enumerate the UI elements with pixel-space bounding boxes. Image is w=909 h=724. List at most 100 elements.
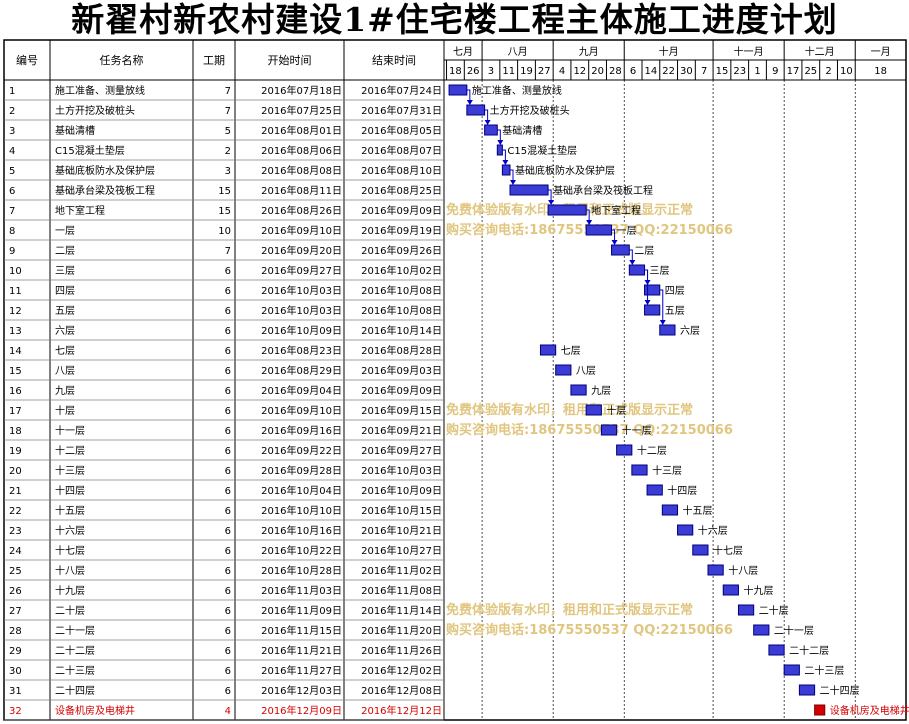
task-name: 基础底板防水及保护层 xyxy=(55,164,155,177)
task-start: 2016年08月01日 xyxy=(261,124,342,137)
week-label: 7 xyxy=(701,66,707,77)
task-duration: 7 xyxy=(225,86,231,97)
page-title: 新翟村新农村建设1#住宅楼工程主体施工进度计划 xyxy=(71,0,838,39)
gantt-bar xyxy=(611,244,630,256)
task-name: 十五层 xyxy=(55,504,85,517)
gantt-bar xyxy=(585,404,602,416)
bar-label: 二层 xyxy=(634,245,654,257)
gantt-bar xyxy=(496,144,503,156)
gantt-bar xyxy=(644,304,661,316)
task-id: 29 xyxy=(9,646,22,657)
task-end: 2016年09月21日 xyxy=(361,424,442,437)
week-label: 25 xyxy=(804,66,817,77)
task-id: 2 xyxy=(9,106,15,117)
task-name: 三层 xyxy=(55,265,75,277)
task-end: 2016年10月21日 xyxy=(361,524,442,537)
task-duration: 6 xyxy=(225,586,231,597)
task-end: 2016年10月27日 xyxy=(361,544,442,557)
task-name: 十八层 xyxy=(55,564,85,577)
bar-label: 二十四层 xyxy=(820,684,860,697)
bar-label: 十八层 xyxy=(728,564,758,577)
task-id: 24 xyxy=(9,546,22,557)
task-end: 2016年12月12日 xyxy=(361,704,442,717)
column-header-start: 开始时间 xyxy=(268,53,312,67)
week-label: 26 xyxy=(467,66,480,77)
week-label: 10 xyxy=(840,66,853,77)
task-start: 2016年08月23日 xyxy=(261,344,342,357)
bar-label: 八层 xyxy=(576,365,596,377)
column-header-id: 编号 xyxy=(16,53,38,67)
week-label: 18 xyxy=(449,66,462,77)
gantt-bar xyxy=(539,344,557,356)
task-duration: 6 xyxy=(225,426,231,437)
gantt-bar xyxy=(484,124,498,136)
week-label: 6 xyxy=(630,66,636,77)
gantt-bar xyxy=(509,184,549,196)
task-name: 设备机房及电梯井 xyxy=(55,704,135,717)
task-id: 23 xyxy=(9,526,22,537)
bar-label: 二十层 xyxy=(759,604,789,617)
task-duration: 6 xyxy=(225,506,231,517)
watermark-text: 购买咨询电话:18675550537 QQ:22150066 xyxy=(446,622,733,638)
task-end: 2016年11月26日 xyxy=(361,644,442,657)
gantt-bar xyxy=(798,684,816,696)
task-duration: 3 xyxy=(225,166,231,177)
bar-label: 三层 xyxy=(650,265,670,277)
task-id: 4 xyxy=(9,146,15,157)
task-start: 2016年10月22日 xyxy=(261,544,342,557)
task-end: 2016年10月08日 xyxy=(361,304,442,317)
task-duration: 4 xyxy=(225,706,231,717)
task-start: 2016年08月29日 xyxy=(261,364,342,377)
task-id: 32 xyxy=(9,706,22,717)
task-end: 2016年09月09日 xyxy=(361,204,442,217)
task-id: 9 xyxy=(9,246,15,257)
task-duration: 6 xyxy=(225,686,231,697)
task-name: 十四层 xyxy=(55,484,85,497)
task-duration: 7 xyxy=(225,106,231,117)
week-label: 18 xyxy=(874,66,887,77)
task-name: 五层 xyxy=(55,305,75,317)
gantt-bar xyxy=(448,84,468,96)
task-id: 8 xyxy=(9,226,15,237)
gantt-bar xyxy=(585,224,613,236)
task-id: 17 xyxy=(9,406,22,417)
task-duration: 6 xyxy=(225,286,231,297)
week-label: 4 xyxy=(559,66,565,77)
task-duration: 6 xyxy=(225,526,231,537)
task-id: 11 xyxy=(9,286,22,297)
task-end: 2016年07月31日 xyxy=(361,104,442,117)
gantt-bar xyxy=(737,604,755,616)
week-label: 20 xyxy=(591,66,604,77)
task-name: 六层 xyxy=(55,325,75,337)
month-label: 八月 xyxy=(508,46,528,58)
week-label: 1 xyxy=(754,66,760,77)
task-end: 2016年09月03日 xyxy=(361,364,442,377)
bar-label: 十四层 xyxy=(667,484,697,497)
task-duration: 6 xyxy=(225,306,231,317)
task-duration: 6 xyxy=(225,546,231,557)
bar-label: 土方开挖及破桩头 xyxy=(490,104,570,117)
week-label: 9 xyxy=(772,66,778,77)
bar-label: 十层 xyxy=(606,404,626,417)
task-start: 2016年11月21日 xyxy=(261,644,342,657)
week-label: 28 xyxy=(609,66,622,77)
gantt-bar xyxy=(661,504,679,516)
column-header-name: 任务名称 xyxy=(100,53,144,67)
task-duration: 6 xyxy=(225,386,231,397)
gantt-chart: 编号 任务名称 工期 开始时间 结束时间七月 八月 九月 十月 十一月 十二月 一月18 26 3 11 1… xyxy=(3,39,909,721)
task-name: 二十四层 xyxy=(55,684,95,697)
task-start: 2016年10月10日 xyxy=(261,504,342,517)
task-name: 基础清槽 xyxy=(55,124,95,137)
task-start: 2016年12月09日 xyxy=(261,704,342,717)
bar-label: 十三层 xyxy=(652,464,682,477)
task-duration: 6 xyxy=(225,666,231,677)
task-id: 19 xyxy=(9,446,22,457)
gantt-bar xyxy=(768,644,785,656)
task-id: 20 xyxy=(9,466,22,477)
task-name: 二层 xyxy=(55,245,75,257)
task-end: 2016年07月24日 xyxy=(361,84,442,97)
task-start: 2016年09月20日 xyxy=(261,244,342,257)
month-label: 十月 xyxy=(659,45,679,58)
gantt-bar xyxy=(570,384,587,396)
task-end: 2016年10月03日 xyxy=(361,464,442,477)
